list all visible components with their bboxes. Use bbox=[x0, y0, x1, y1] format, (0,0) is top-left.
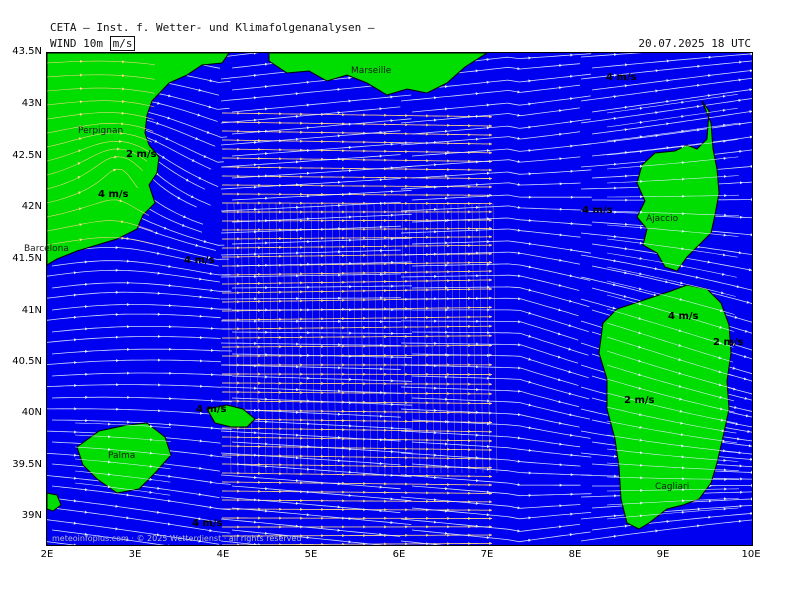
lat-label: 40N bbox=[21, 407, 42, 418]
map-panel bbox=[46, 52, 753, 546]
city-perpignan: Perpignan bbox=[78, 126, 124, 136]
unit-label: m/s bbox=[109, 36, 136, 51]
streamline bbox=[222, 202, 492, 205]
lon-label: 2E bbox=[40, 549, 54, 560]
lon-label: 8E bbox=[568, 549, 582, 560]
lon-label: 5E bbox=[304, 549, 318, 560]
streamline bbox=[222, 373, 493, 376]
city-marseille: Marseille bbox=[351, 66, 392, 76]
credit-text: meteoinfoplus.com · © 2025 Wetterdienst … bbox=[52, 534, 302, 543]
lon-label: 4E bbox=[216, 549, 230, 560]
header-variable: WIND 10m m/s bbox=[50, 36, 136, 51]
lon-label: 3E bbox=[128, 549, 142, 560]
lat-label: 39N bbox=[21, 510, 42, 521]
lat-label: 42N bbox=[21, 201, 42, 212]
speed-label: 4 m/s bbox=[184, 255, 215, 266]
lon-label: 7E bbox=[480, 549, 494, 560]
speed-label: 2 m/s bbox=[713, 337, 744, 348]
speed-label: 4 m/s bbox=[196, 404, 227, 415]
speed-label: 2 m/s bbox=[126, 149, 157, 160]
streamline-arrow bbox=[751, 198, 752, 201]
city-palma: Palma bbox=[108, 451, 136, 461]
city-barcelona: Barcelona bbox=[24, 244, 69, 254]
speed-label: 2 m/s bbox=[624, 395, 655, 406]
lat-label: 41.5N bbox=[12, 253, 42, 264]
lon-label: 9E bbox=[656, 549, 670, 560]
lon-label: 10E bbox=[741, 549, 761, 560]
lat-label: 39.5N bbox=[12, 459, 42, 470]
speed-label: 4 m/s bbox=[192, 518, 223, 529]
lat-label: 43N bbox=[21, 98, 42, 109]
streamline-arrow bbox=[751, 483, 752, 487]
lon-label: 6E bbox=[392, 549, 406, 560]
lat-label: 40.5N bbox=[12, 356, 42, 367]
speed-label: 4 m/s bbox=[668, 311, 699, 322]
streamline bbox=[222, 517, 492, 519]
city-ajaccio: Ajaccio bbox=[646, 214, 679, 224]
city-cagliari: Cagliari bbox=[655, 482, 690, 492]
lat-label: 41N bbox=[21, 305, 42, 316]
wind-map bbox=[47, 53, 752, 545]
header-title: CETA – Inst. f. Wetter- und Klimafolgena… bbox=[50, 21, 375, 34]
speed-label: 4 m/s bbox=[582, 205, 613, 216]
variable-label: WIND 10m bbox=[50, 37, 103, 50]
speed-label: 4 m/s bbox=[606, 72, 637, 83]
lat-label: 42.5N bbox=[12, 150, 42, 161]
speed-label: 4 m/s bbox=[98, 189, 129, 200]
lat-label: 43.5N bbox=[12, 46, 42, 57]
header-datetime: 20.07.2025 18 UTC bbox=[638, 37, 751, 50]
